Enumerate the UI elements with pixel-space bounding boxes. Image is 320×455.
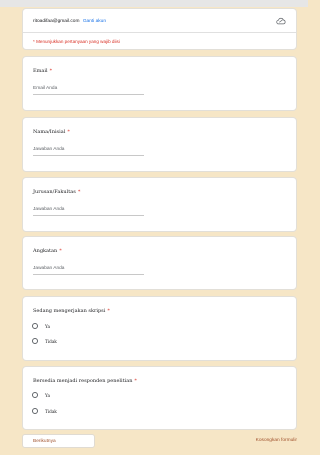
question-email: Email * Email Anda [22,56,297,111]
radio-button[interactable] [32,408,38,414]
radio-button[interactable] [32,338,38,344]
required-mark: * [49,68,53,74]
required-mark: * [59,248,62,254]
question-title-text: Sedang mengerjakan skripsi [33,308,106,314]
radio-option-ya[interactable]: Ya [32,323,50,329]
question-title-text: Email [33,68,48,74]
question-name: Nama/Inisial * Jawaban Anda [22,117,297,172]
question-title: Nama/Inisial * [33,129,70,135]
question-department: Jurusan/Fakultas * Jawaban Anda [22,177,297,232]
question-title: Bersedia menjadi responden penelitian * [33,378,137,384]
account-email: ritoadifaa@gmail.com [33,19,80,24]
account-divider [23,32,296,33]
question-title-text: Nama/Inisial [33,129,66,135]
radio-label: Ya [45,392,50,398]
radio-option-ya[interactable]: Ya [32,392,50,398]
required-mark: * [77,189,81,195]
name-input[interactable]: Jawaban Anda [33,147,144,156]
cloud-icon [276,17,286,25]
question-title-text: Bersedia menjadi responden penelitian [33,378,133,384]
question-title: Email * [33,68,52,74]
department-input[interactable]: Jawaban Anda [33,207,144,216]
question-thesis: Sedang mengerjakan skripsi * Ya Tidak [22,296,297,361]
required-mark: * [67,129,70,135]
radio-button[interactable] [32,392,38,398]
question-title-text: Angkatan [33,248,58,254]
clear-form-link[interactable]: Kosongkan formulir [256,438,297,443]
radio-label: Tidak [45,408,57,414]
radio-option-tidak[interactable]: Tidak [32,408,57,414]
radio-option-tidak[interactable]: Tidak [32,338,57,344]
account-line: ritoadifaa@gmail.com Ganti akun [33,19,106,24]
question-title: Angkatan * [33,248,62,254]
required-mark: * [107,308,110,314]
next-button[interactable]: Berikutnya [22,434,95,448]
account-card: ritoadifaa@gmail.com Ganti akun * Menunj… [22,8,297,50]
top-bar [0,0,308,7]
required-note: * Menunjukkan pertanyaan yang wajib diis… [33,39,120,44]
required-mark: * [134,378,137,384]
question-respondent: Bersedia menjadi responden penelitian * Y… [22,366,297,430]
radio-button[interactable] [32,323,38,329]
year-input[interactable]: Jawaban Anda [33,266,144,275]
question-title-text: Jurusan/Fakultas [33,189,76,195]
switch-account-link[interactable]: Ganti akun [83,19,106,24]
question-year: Angkatan * Jawaban Anda [22,236,297,290]
question-title: Jurusan/Fakultas * [33,189,80,195]
question-title: Sedang mengerjakan skripsi * [33,308,110,314]
radio-label: Tidak [45,338,57,344]
radio-label: Ya [45,323,50,329]
email-input[interactable]: Email Anda [33,86,144,95]
